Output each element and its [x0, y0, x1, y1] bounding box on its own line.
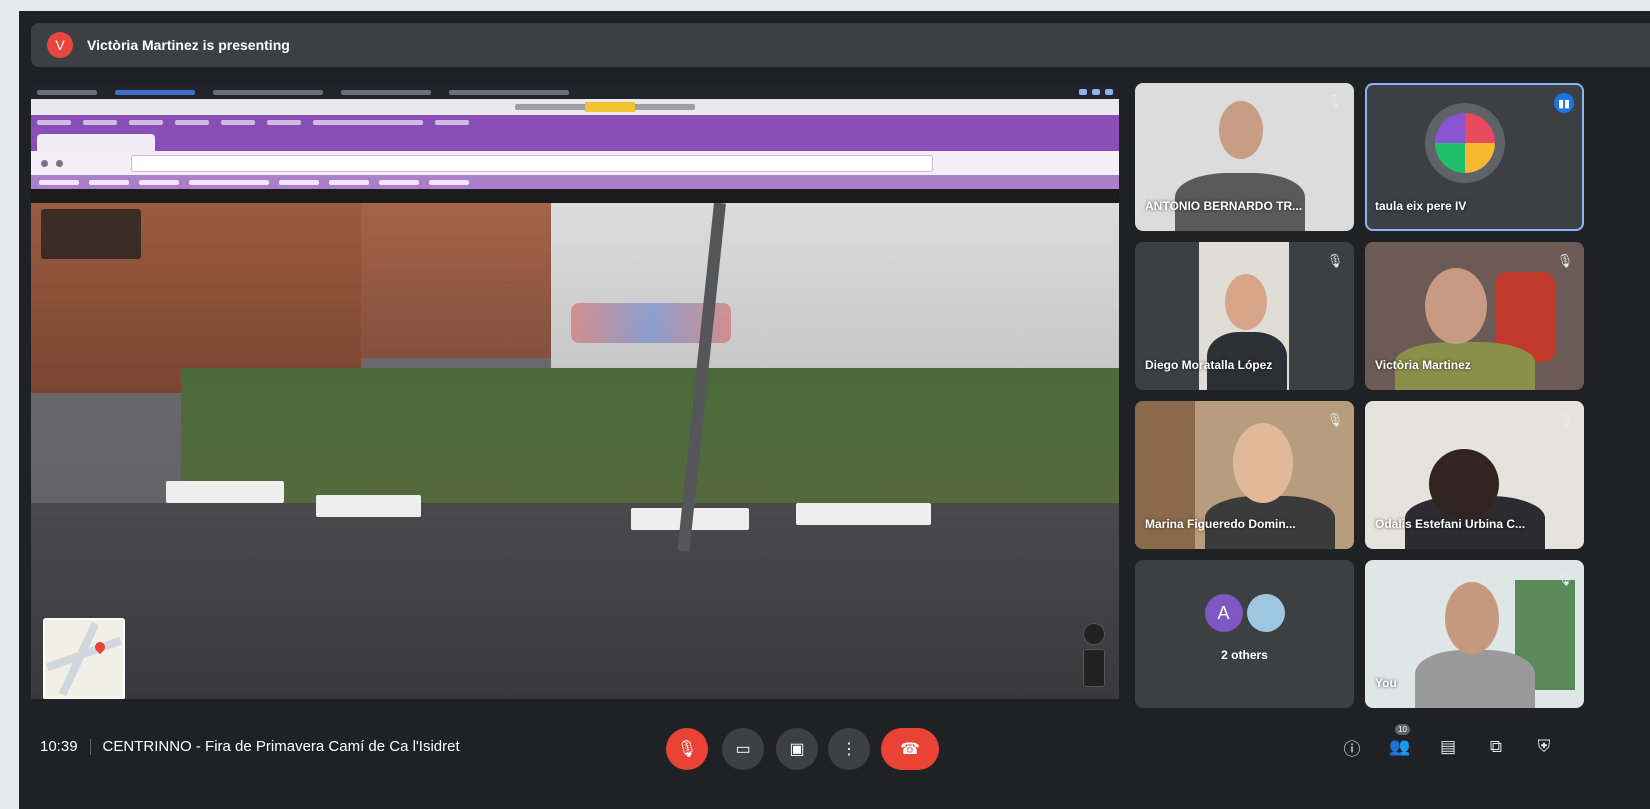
meeting-toolbar: 10:39 CENTRINNO - Fira de Primavera Camí… — [19, 714, 1650, 809]
participant-name: ANTONIO BERNARDO TR... — [1145, 199, 1303, 213]
participant-tile[interactable]: 🎙 Diego Moratalla López — [1135, 242, 1354, 390]
compass-icon[interactable] — [1083, 623, 1105, 645]
meeting-time: 10:39 — [40, 738, 78, 755]
more-icon: ⋮ — [841, 741, 857, 758]
chat-icon[interactable]: ▤ — [1437, 736, 1459, 758]
mic-off-icon: 🎙 — [1326, 253, 1344, 268]
browser-menubar — [31, 115, 1119, 129]
presenting-banner: V Victòria Martinez is presenting — [31, 23, 1650, 67]
browser-tab — [37, 134, 155, 151]
others-tile[interactable]: A 2 others — [1135, 560, 1354, 708]
participant-name: Diego Moratalla López — [1145, 358, 1273, 372]
bookmarks-bar — [31, 175, 1119, 189]
participant-tile[interactable]: ▮▮ taula eix pere IV — [1365, 83, 1584, 231]
side-controls: ⓘ 👥 10 ▤ ⧉ ⛨ — [1341, 724, 1555, 759]
mic-toggle-button[interactable]: 🎙 — [666, 728, 708, 770]
people-count-badge: 10 — [1395, 724, 1410, 735]
speaking-indicator-icon: ▮▮ — [1554, 93, 1574, 113]
self-tile[interactable]: 🎙 You — [1365, 560, 1584, 708]
presenting-text: Victòria Martinez is presenting — [87, 37, 290, 53]
more-options-button[interactable]: ⋮ — [828, 728, 870, 770]
present-icon: ▣ — [789, 741, 805, 758]
activities-icon[interactable]: ⧉ — [1485, 736, 1507, 758]
browser-urlbar — [31, 151, 1119, 175]
participant-name: Odalis Estefani Urbina C... — [1375, 517, 1526, 531]
participant-name: You — [1375, 676, 1397, 690]
info-icon[interactable]: ⓘ — [1341, 736, 1363, 759]
mic-off-icon: 🎙 — [1556, 412, 1574, 427]
street-view-minimap[interactable] — [43, 618, 125, 699]
participant-tile[interactable]: 🎙 Odalis Estefani Urbina C... — [1365, 401, 1584, 549]
leave-call-button[interactable]: ☎ — [881, 728, 939, 770]
participant-name: Marina Figueredo Domin... — [1145, 517, 1296, 531]
participant-avatar — [1425, 103, 1505, 183]
os-taskbar — [31, 85, 1119, 99]
participant-avatar: A — [1204, 594, 1243, 632]
camera-toggle-button[interactable]: ▭ — [722, 728, 764, 770]
camera-icon: ▭ — [735, 741, 751, 758]
people-icon[interactable]: 👥 10 — [1389, 724, 1411, 758]
meeting-info: 10:39 CENTRINNO - Fira de Primavera Camí… — [40, 738, 460, 755]
participant-tile[interactable]: 🎙 Victòria Martinez — [1365, 242, 1584, 390]
browser-titlebar — [31, 99, 1119, 115]
mic-off-icon: 🎙 — [1326, 412, 1344, 427]
meet-window: V Victòria Martinez is presenting 🎙 ANTO… — [19, 11, 1650, 809]
others-label: 2 others — [1221, 648, 1268, 662]
participant-tile[interactable]: 🎙 Marina Figueredo Domin... — [1135, 401, 1354, 549]
zoom-control[interactable] — [1083, 649, 1105, 687]
street-view-info-card — [41, 209, 141, 259]
presenter-avatar: V — [47, 32, 73, 58]
shared-screen[interactable] — [31, 85, 1119, 699]
participant-name: Victòria Martinez — [1375, 358, 1471, 372]
address-field — [131, 154, 933, 172]
participant-avatar — [1246, 594, 1285, 632]
mic-off-icon: 🎙 — [1326, 94, 1344, 109]
mic-off-icon: 🎙 — [1556, 571, 1574, 586]
host-controls-icon[interactable]: ⛨ — [1533, 736, 1555, 758]
present-button[interactable]: ▣ — [776, 728, 818, 770]
browser-tabbar — [31, 129, 1119, 151]
participant-tile[interactable]: 🎙 ANTONIO BERNARDO TR... — [1135, 83, 1354, 231]
meeting-title: CENTRINNO - Fira de Primavera Camí de Ca… — [102, 738, 460, 755]
mic-off-icon: 🎙 — [676, 741, 698, 758]
participant-name: taula eix pere IV — [1375, 199, 1467, 213]
street-view-image — [31, 203, 1119, 699]
leave-call-icon: ☎ — [900, 741, 920, 758]
mic-off-icon: 🎙 — [1556, 253, 1574, 268]
